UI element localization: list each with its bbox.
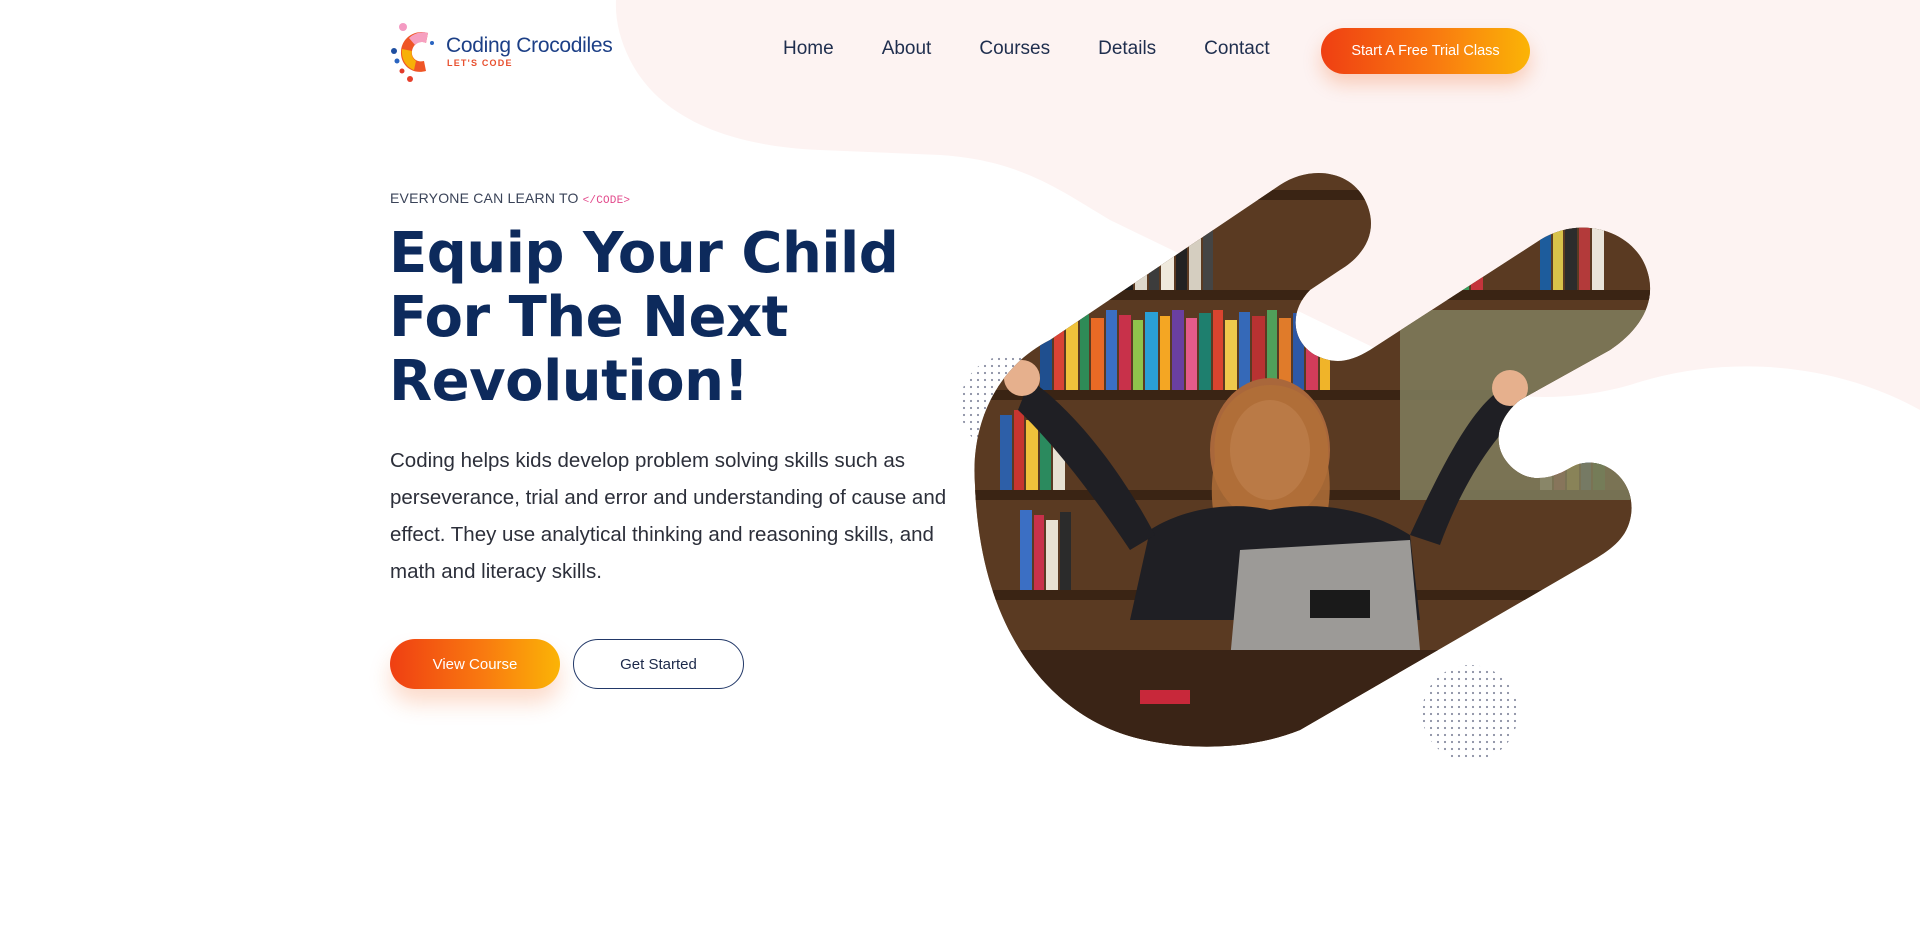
logo-name: Coding Crocodiles (446, 33, 613, 57)
hero-photo (974, 173, 1651, 747)
brand-logo[interactable]: Coding Crocodiles LET'S CODE (388, 18, 613, 84)
hero-headline: Equip Your Child For The Next Revolution… (389, 222, 949, 414)
eyebrow-code-tag: </CODE> (582, 195, 631, 207)
get-started-button[interactable]: Get Started (573, 639, 744, 689)
crocodile-c-logo-icon (391, 23, 434, 82)
hero-description: Coding helps kids develop problem solvin… (390, 449, 947, 583)
hero-eyebrow: EVERYONE CAN LEARN TO </CODE> (390, 190, 630, 207)
nav-details[interactable]: Details (1098, 37, 1156, 61)
nav-courses[interactable]: Courses (979, 37, 1050, 61)
eyebrow-text: EVERYONE CAN LEARN TO (390, 190, 579, 206)
main-nav: Home About Courses Details Contact (783, 37, 1318, 61)
headline-line-2: For The Next (389, 285, 788, 350)
nav-about[interactable]: About (882, 37, 932, 61)
logo-tagline: LET'S CODE (447, 57, 513, 68)
view-course-button[interactable]: View Course (390, 639, 560, 689)
nav-contact[interactable]: Contact (1204, 37, 1269, 61)
headline-line-3: Revolution! (389, 349, 749, 414)
nav-home[interactable]: Home (783, 37, 834, 61)
headline-line-1: Equip Your Child (389, 221, 899, 286)
free-trial-button[interactable]: Start A Free Trial Class (1321, 28, 1530, 74)
